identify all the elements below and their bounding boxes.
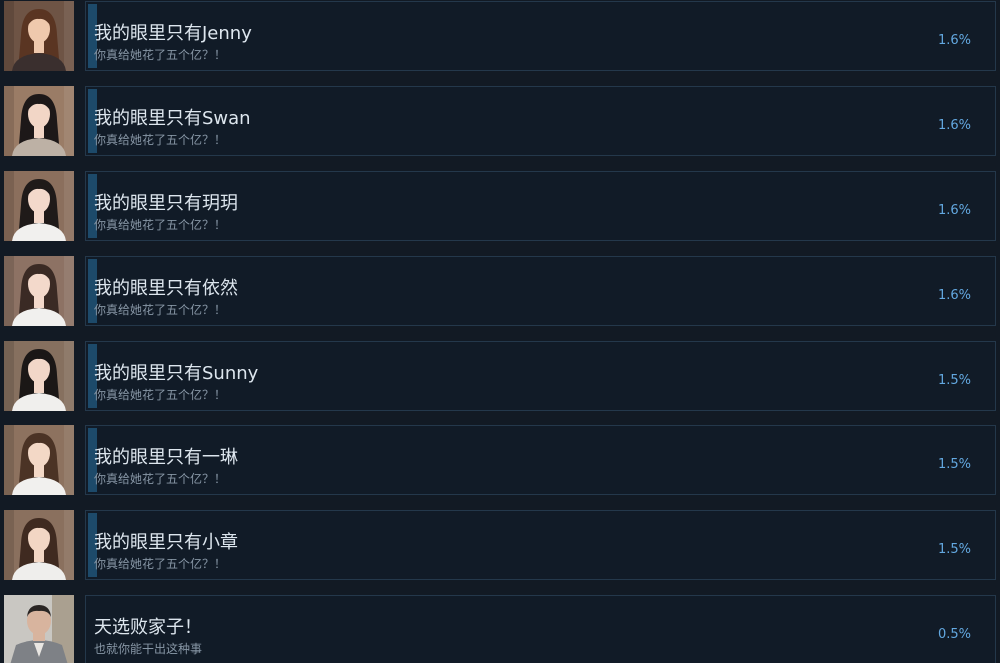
achievement-avatar [4, 510, 74, 580]
achievement-card[interactable]: 我的眼里只有Jenny 你真给她花了五个亿？！ 1.6% [85, 1, 996, 71]
achievement-avatar [4, 86, 74, 156]
achievement-card[interactable]: 天选败家子！ 也就你能干出这种事 0.5% [85, 595, 996, 663]
achievement-title: 我的眼里只有Swan [94, 108, 251, 129]
achievement-unlock-percent: 0.5% [937, 627, 971, 642]
achievement-avatar [4, 341, 74, 411]
achievement-row[interactable]: 我的眼里只有Jenny 你真给她花了五个亿？！ 1.6% [0, 0, 1000, 72]
achievement-unlock-percent: 1.5% [937, 373, 971, 388]
achievement-card[interactable]: 我的眼里只有一琳你真给她花了五个亿？！ 1.5% [85, 425, 996, 495]
achievement-title: 我的眼里只有依然 [94, 278, 238, 299]
achievement-description: 也就你能干出这种事 [94, 642, 203, 656]
achievement-card[interactable]: 我的眼里只有依然你真给她花了五个亿？！ 1.6% [85, 256, 996, 326]
achievement-avatar [4, 595, 74, 663]
achievement-title: 天选败家子！ [94, 617, 202, 638]
achievement-unlock-percent: 1.6% [937, 288, 971, 303]
achievement-card[interactable]: 我的眼里只有Sunny 你真给她花了五个亿？！ 1.5% [85, 341, 996, 411]
achievement-card[interactable]: 我的眼里只有小章你真给她花了五个亿？！ 1.5% [85, 510, 996, 580]
achievement-title: 我的眼里只有Jenny [94, 23, 252, 44]
achievement-unlock-percent: 1.5% [937, 457, 971, 472]
achievement-title: 我的眼里只有玥玥 [94, 193, 238, 214]
achievement-avatar [4, 171, 74, 241]
achievement-row[interactable]: 我的眼里只有小章你真给她花了五个亿？！ 1.5% [0, 509, 1000, 581]
achievement-unlock-percent: 1.6% [937, 33, 971, 48]
achievement-row[interactable]: 我的眼里只有Swan 你真给她花了五个亿？！ 1.6% [0, 85, 1000, 157]
achievement-title: 我的眼里只有小章 [94, 532, 238, 553]
achievement-description: 你真给她花了五个亿？！ [94, 472, 227, 486]
achievement-unlock-percent: 1.6% [937, 118, 971, 133]
achievement-row[interactable]: 我的眼里只有依然你真给她花了五个亿？！ 1.6% [0, 255, 1000, 327]
achievement-description: 你真给她花了五个亿？！ [94, 133, 227, 147]
achievement-row[interactable]: 我的眼里只有Sunny 你真给她花了五个亿？！ 1.5% [0, 340, 1000, 412]
achievement-card[interactable]: 我的眼里只有玥玥你真给她花了五个亿？！ 1.6% [85, 171, 996, 241]
achievement-avatar [4, 1, 74, 71]
achievement-unlock-percent: 1.5% [937, 542, 971, 557]
achievement-title: 我的眼里只有一琳 [94, 447, 238, 468]
achievement-unlock-percent: 1.6% [937, 203, 971, 218]
achievement-description: 你真给她花了五个亿？！ [94, 557, 227, 571]
achievement-description: 你真给她花了五个亿？！ [94, 388, 227, 402]
achievement-card[interactable]: 我的眼里只有Swan 你真给她花了五个亿？！ 1.6% [85, 86, 996, 156]
achievement-row[interactable]: 我的眼里只有一琳你真给她花了五个亿？！ 1.5% [0, 424, 1000, 496]
achievement-row[interactable]: 我的眼里只有玥玥你真给她花了五个亿？！ 1.6% [0, 170, 1000, 242]
achievement-avatar [4, 425, 74, 495]
achievement-title: 我的眼里只有Sunny [94, 363, 259, 384]
achievement-description: 你真给她花了五个亿？！ [94, 303, 227, 317]
achievement-row[interactable]: 天选败家子！ 也就你能干出这种事 0.5% [0, 594, 1000, 663]
achievement-description: 你真给她花了五个亿？！ [94, 218, 227, 232]
achievement-list: 我的眼里只有Jenny 你真给她花了五个亿？！ 1.6% 我的眼里只有Swan 你真给她… [0, 0, 1000, 663]
achievement-description: 你真给她花了五个亿？！ [94, 48, 227, 62]
achievement-avatar [4, 256, 74, 326]
